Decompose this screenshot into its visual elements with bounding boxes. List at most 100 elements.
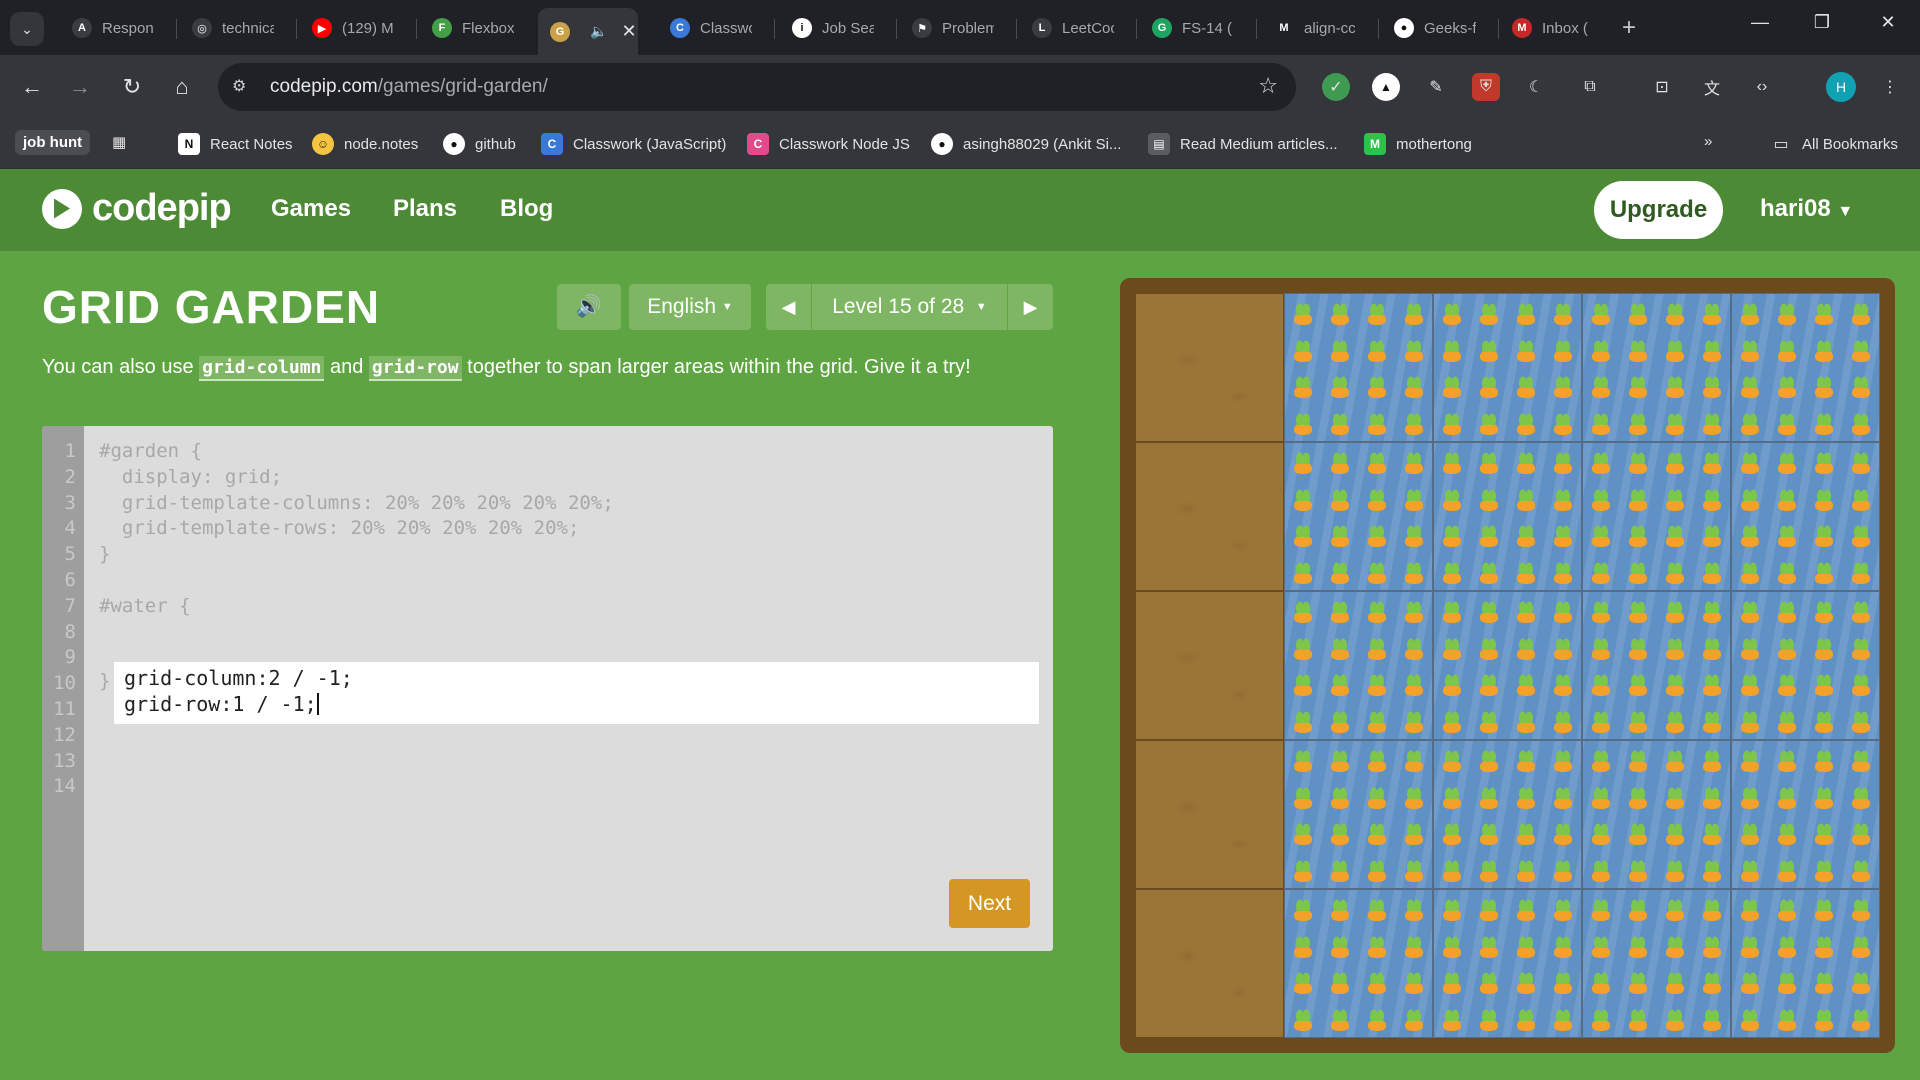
browser-tab-10[interactable]: G FS-14 ( xyxy=(1140,8,1252,48)
codepip-logo[interactable]: codepip xyxy=(42,187,232,230)
bookmark-classwork-js[interactable]: C Classwork (JavaScript) xyxy=(541,133,726,155)
carrot-icon xyxy=(1769,404,1806,441)
carrot-icon xyxy=(1583,778,1620,815)
carrot-icon xyxy=(1657,480,1694,517)
carrot-icon xyxy=(1285,294,1322,331)
browser-tab-4[interactable]: F Flexbox xyxy=(420,8,532,48)
more-bookmarks-icon[interactable]: » xyxy=(1704,133,1712,150)
profile-avatar[interactable]: H xyxy=(1826,72,1856,102)
nav-plans[interactable]: Plans xyxy=(393,195,457,223)
carrot-icon xyxy=(1842,592,1879,629)
carrot-icon xyxy=(1693,851,1730,888)
carrot-icon xyxy=(1693,778,1730,815)
extension-moon-icon[interactable]: ☾ xyxy=(1522,73,1550,101)
carrot-icon xyxy=(1806,927,1843,964)
browser-tab-9[interactable]: L LeetCoc xyxy=(1020,8,1132,48)
tab-favicon-icon: A xyxy=(72,18,92,38)
apps-grid-icon[interactable]: ▦ xyxy=(112,133,126,151)
carrot-icon xyxy=(1620,890,1657,927)
bookmark-folder-job-hunt[interactable]: job hunt xyxy=(15,130,91,155)
browser-tab-3[interactable]: ▶ (129) M xyxy=(300,8,412,48)
carrot-icon xyxy=(1693,294,1730,331)
carrot-icon xyxy=(1544,702,1581,739)
next-level-button[interactable]: ▶ xyxy=(1007,284,1053,330)
previous-level-button[interactable]: ◀ xyxy=(766,284,812,330)
bookmark-react-notes[interactable]: N React Notes xyxy=(178,133,293,155)
soil-plot xyxy=(1135,740,1284,889)
extension-grammarly-icon[interactable]: ✓ xyxy=(1322,73,1350,101)
bookmark-mothertong[interactable]: Mmothertong xyxy=(1364,133,1472,155)
bookmark-read-medium[interactable]: ▤ Read Medium articles... xyxy=(1148,133,1338,155)
devtools-code-icon[interactable]: ‹› xyxy=(1748,73,1776,101)
tab-audio-icon[interactable]: 🔈 xyxy=(590,23,607,40)
forward-icon[interactable]: → xyxy=(64,71,96,103)
garden-cell xyxy=(1284,591,1433,740)
browser-tab-2[interactable]: ◎ technica xyxy=(180,8,292,48)
carrot-icon xyxy=(1769,592,1806,629)
carrot-icon xyxy=(1583,404,1620,441)
extension-triangle-icon[interactable]: ▲ xyxy=(1372,73,1400,101)
upgrade-button[interactable]: Upgrade xyxy=(1594,181,1723,239)
back-icon[interactable]: ← xyxy=(16,71,48,103)
bookmark-node-notes[interactable]: ☺ node.notes xyxy=(312,133,418,155)
carrot-icon xyxy=(1395,331,1432,368)
tab-separator xyxy=(896,19,897,39)
bookmark-classwork-node[interactable]: C Classwork Node JS xyxy=(747,133,910,155)
address-bar[interactable]: ⚙ codepip.com/games/grid-garden/ ☆ xyxy=(218,63,1296,111)
carrot-icon xyxy=(1544,368,1581,405)
carrot-icon xyxy=(1620,629,1657,666)
browser-tab-7[interactable]: i Job Sea xyxy=(780,8,892,48)
tab-close-icon[interactable]: ✕ xyxy=(621,21,636,42)
bookmark-asingh-github[interactable]: ● asingh88029 (Ankit Si... xyxy=(931,133,1121,155)
screenshot-icon[interactable]: ⊡ xyxy=(1648,73,1676,101)
translate-icon[interactable]: 文 xyxy=(1698,73,1726,101)
minimize-icon[interactable]: — xyxy=(1742,12,1778,33)
reload-icon[interactable]: ↻ xyxy=(116,71,148,103)
bookmark-github[interactable]: ● github xyxy=(443,133,516,155)
bookmark-star-icon[interactable]: ☆ xyxy=(1258,73,1278,99)
close-window-icon[interactable]: ✕ xyxy=(1870,12,1906,33)
tab-favicon-icon: i xyxy=(792,18,812,38)
tab-title: Respon xyxy=(102,19,154,37)
browser-tab-1[interactable]: A Respon xyxy=(60,8,172,48)
tab-title: Problem xyxy=(942,19,994,37)
level-select[interactable]: Level 15 of 28 ▼ xyxy=(812,284,1007,330)
language-select[interactable]: English ▼ xyxy=(629,284,751,330)
carrot-icon xyxy=(1842,294,1879,331)
browser-tab-8[interactable]: ⚑ Problem xyxy=(900,8,1012,48)
user-menu[interactable]: hari08 ▼ xyxy=(1760,195,1853,223)
kebab-menu-icon[interactable]: ⋮ xyxy=(1876,73,1904,101)
home-icon[interactable]: ⌂ xyxy=(166,71,198,103)
css-input-textarea[interactable]: grid-column:2 / -1; grid-row:1 / -1; xyxy=(114,662,1039,724)
nav-games[interactable]: Games xyxy=(271,195,351,223)
site-info-icon[interactable]: ⚙ xyxy=(232,76,254,98)
carrot-icon xyxy=(1806,890,1843,927)
next-button[interactable]: Next xyxy=(949,879,1030,928)
new-tab-button[interactable]: + xyxy=(1622,14,1636,42)
carrot-icon xyxy=(1285,851,1322,888)
browser-tab-12[interactable]: ● Geeks-f xyxy=(1382,8,1494,48)
all-bookmarks[interactable]: ▭ All Bookmarks xyxy=(1770,133,1897,155)
browser-tab-13[interactable]: M Inbox ( xyxy=(1500,8,1612,48)
browser-tab-6[interactable]: C Classwo xyxy=(658,8,770,48)
tab-search-dropdown[interactable]: ⌄ xyxy=(10,12,44,46)
extension-eyedropper-icon[interactable]: ✎ xyxy=(1422,73,1450,101)
game-title: GRID GARDEN xyxy=(42,281,381,333)
garden-board xyxy=(1120,278,1895,1053)
code-grid-row: grid-row xyxy=(368,356,462,381)
carrot-icon xyxy=(1620,480,1657,517)
garden-cell xyxy=(1582,740,1731,889)
extensions-puzzle-icon[interactable]: ⧉ xyxy=(1576,73,1604,101)
browser-tab-5[interactable]: G 🔈 ✕ xyxy=(538,8,638,55)
carrot-icon xyxy=(1395,851,1432,888)
logo-text: codepip xyxy=(92,187,232,229)
carrot-icon xyxy=(1285,666,1322,703)
nav-blog[interactable]: Blog xyxy=(500,195,553,223)
carrot-icon xyxy=(1471,294,1508,331)
extension-shield-icon[interactable]: ⛨ xyxy=(1472,73,1500,101)
browser-tab-11[interactable]: Malign-cc xyxy=(1262,8,1374,48)
sound-toggle-button[interactable]: 🔊 xyxy=(557,284,621,330)
carrot-icon xyxy=(1471,629,1508,666)
restore-icon[interactable]: ❐ xyxy=(1804,12,1840,33)
url-text[interactable]: codepip.com/games/grid-garden/ xyxy=(270,76,548,98)
